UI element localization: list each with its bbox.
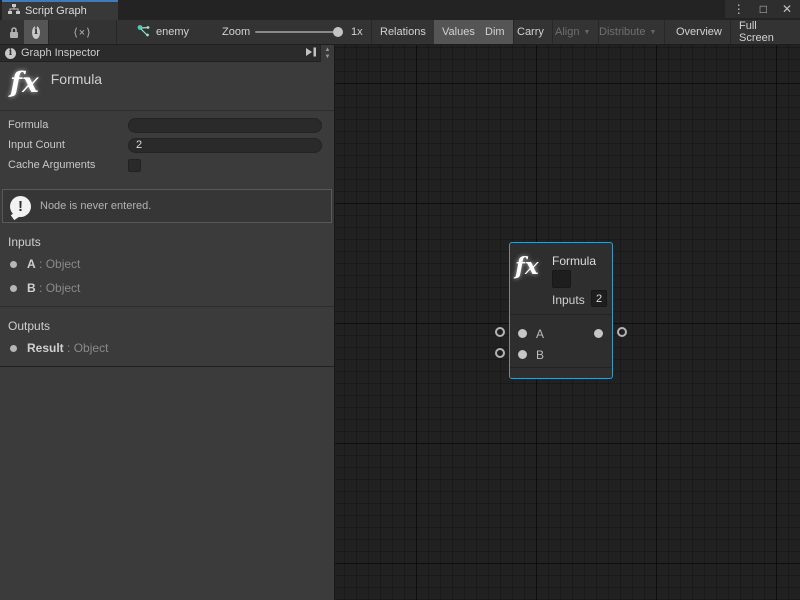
graph-canvas[interactable]: fx Formula Inputs 2 A B bbox=[335, 45, 800, 600]
port-label-a: A bbox=[536, 327, 544, 341]
code-view-button[interactable]: ⟨×⟩ bbox=[49, 20, 117, 44]
formula-label: Formula bbox=[8, 119, 128, 131]
port-label-b: B bbox=[536, 348, 544, 362]
node-inputs-count-input[interactable]: 2 bbox=[591, 290, 607, 307]
output-port-result-dot[interactable] bbox=[594, 329, 603, 338]
formula-node-ports: A B bbox=[510, 314, 612, 367]
unity-visual-scripting-window: Script Graph ⋮ □ ✕ i ⟨×⟩ bbox=[0, 0, 800, 600]
graph-inspector-panel: i Graph Inspector ▲ ▼ fx Formula Formula bbox=[0, 45, 335, 600]
warning-box: ! Node is never entered. bbox=[2, 189, 332, 223]
lock-button[interactable] bbox=[4, 20, 24, 44]
dock-icon[interactable] bbox=[304, 46, 318, 58]
zoom-slider-handle[interactable] bbox=[333, 27, 343, 37]
input-count-label: Input Count bbox=[8, 139, 128, 151]
lock-icon bbox=[8, 26, 20, 39]
more-menu-icon[interactable]: ⋮ bbox=[733, 3, 745, 15]
formula-input[interactable] bbox=[128, 118, 322, 133]
state-graph-icon bbox=[137, 25, 150, 40]
close-icon[interactable]: ✕ bbox=[782, 3, 792, 15]
info-icon: i bbox=[5, 48, 16, 59]
formula-node-header[interactable]: fx Formula Inputs 2 bbox=[510, 243, 612, 314]
graph-inspector-title: Graph Inspector bbox=[21, 47, 100, 59]
tab-strip: Script Graph ⋮ □ ✕ bbox=[0, 0, 800, 20]
outputs-section-title: Outputs bbox=[0, 307, 334, 336]
input-port-a-dot[interactable] bbox=[518, 329, 527, 338]
unit-header: fx Formula bbox=[0, 62, 334, 110]
external-port-b-icon[interactable] bbox=[495, 348, 505, 358]
cache-arguments-label: Cache Arguments bbox=[8, 159, 128, 171]
formula-property-row: Formula bbox=[0, 115, 334, 135]
scroll-down-icon[interactable]: ▼ bbox=[325, 54, 331, 61]
warning-text: Node is never entered. bbox=[40, 200, 151, 212]
zoom-value: 1x bbox=[351, 20, 363, 44]
divider bbox=[0, 366, 334, 367]
warning-exclamation-icon: ! bbox=[10, 196, 31, 217]
cache-arguments-checkbox[interactable] bbox=[128, 159, 141, 172]
formula-fx-icon: fx bbox=[10, 69, 39, 97]
port-bullet-icon bbox=[10, 345, 17, 352]
graph-breadcrumb-label: enemy bbox=[156, 26, 189, 38]
graph-toolbar: i ⟨×⟩ enemy Zoom bbox=[0, 20, 800, 45]
inputs-section-title: Inputs bbox=[0, 223, 334, 252]
scroll-up-icon[interactable]: ▲ bbox=[325, 47, 331, 54]
port-type: Object bbox=[46, 257, 81, 271]
input-port-row-b: B : Object bbox=[0, 276, 334, 300]
node-formula-input[interactable] bbox=[552, 270, 571, 288]
tab-script-graph[interactable]: Script Graph bbox=[2, 0, 118, 20]
cache-arguments-property-row: Cache Arguments bbox=[0, 155, 334, 175]
input-count-property-row: Input Count 2 bbox=[0, 135, 334, 155]
port-type: Object bbox=[46, 281, 81, 295]
output-port-row-result: Result : Object bbox=[0, 336, 334, 360]
distribute-dropdown: Distribute ▼ bbox=[591, 20, 665, 44]
input-port-b-dot[interactable] bbox=[518, 350, 527, 359]
external-port-a-icon[interactable] bbox=[495, 327, 505, 337]
formula-node[interactable]: fx Formula Inputs 2 A B bbox=[509, 242, 613, 379]
zoom-label: Zoom bbox=[222, 20, 250, 44]
inspector-toggle-button[interactable]: i bbox=[24, 20, 49, 44]
input-port-row-a: A : Object bbox=[0, 252, 334, 276]
port-bullet-icon bbox=[10, 261, 17, 268]
fullscreen-button[interactable]: Full Screen bbox=[731, 20, 800, 44]
input-count-input[interactable]: 2 bbox=[128, 138, 322, 153]
relations-button[interactable]: Relations bbox=[371, 20, 435, 44]
port-name: Result bbox=[27, 341, 64, 355]
unit-title: Formula bbox=[51, 71, 102, 87]
scroll-stepper[interactable]: ▲ ▼ bbox=[320, 45, 334, 62]
zoom-slider[interactable] bbox=[255, 20, 341, 44]
port-type: Object bbox=[74, 341, 109, 355]
external-port-result-icon[interactable] bbox=[617, 327, 627, 337]
node-inputs-label: Inputs bbox=[552, 293, 585, 307]
chevron-down-icon: ▼ bbox=[583, 29, 590, 36]
maximize-icon[interactable]: □ bbox=[760, 3, 767, 15]
chevron-down-icon: ▼ bbox=[649, 29, 656, 36]
graph-hierarchy-icon bbox=[8, 4, 20, 18]
graph-inspector-header[interactable]: i Graph Inspector ▲ ▼ bbox=[0, 45, 334, 62]
port-name: A bbox=[27, 257, 36, 271]
overview-button[interactable]: Overview bbox=[668, 20, 731, 44]
tab-title: Script Graph bbox=[25, 5, 87, 17]
code-view-icon: ⟨×⟩ bbox=[73, 26, 91, 39]
port-name: B bbox=[27, 281, 36, 295]
formula-node-title: Formula bbox=[552, 254, 596, 268]
formula-fx-icon: fx bbox=[515, 255, 539, 278]
graph-breadcrumb[interactable]: enemy bbox=[137, 20, 189, 44]
port-bullet-icon bbox=[10, 285, 17, 292]
formula-node-footer bbox=[510, 367, 612, 378]
info-icon: i bbox=[32, 26, 40, 39]
zoom-slider-track bbox=[255, 31, 341, 33]
window-controls: ⋮ □ ✕ bbox=[725, 0, 800, 18]
